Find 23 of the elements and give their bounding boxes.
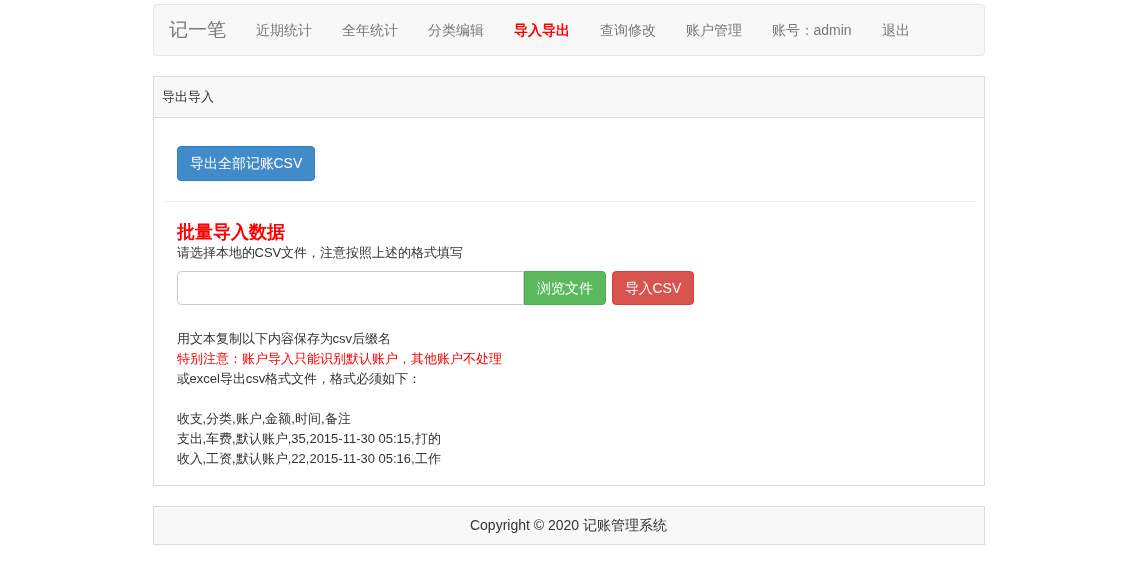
import-button[interactable]: 导入CSV <box>611 271 695 306</box>
instruction-text: 用文本复制以下内容保存为csv后缀名 <box>176 330 392 349</box>
instruction-text: 或excel导出csv格式文件，格式必须如下： <box>176 370 423 389</box>
sample-line: 收支,分类,账户,金额,时间,备注 <box>176 410 352 429</box>
nav-link[interactable]: 导入导出 <box>498 19 585 41</box>
brand[interactable]: 记一笔 <box>168 15 226 45</box>
panel-title: 导出导入 <box>153 77 984 118</box>
nav-link[interactable]: 退出 <box>866 19 925 41</box>
nav-link[interactable]: 全年统计 <box>326 19 413 41</box>
sample-line: 支出,车费,默认账户,35,2015-11-30 05:15,打的 <box>176 430 442 449</box>
nav-link[interactable]: 账号：admin <box>756 19 867 41</box>
warning-text: 特别注意：账户导入只能识别默认账户，其他账户不处理 <box>176 350 503 369</box>
nav-link[interactable]: 近期统计 <box>240 19 327 41</box>
file-path-field[interactable] <box>176 271 524 306</box>
browse-button[interactable]: 浏览文件 <box>523 271 606 306</box>
sample-line: 收入,工资,默认账户,22,2015-11-30 05:16,工作 <box>176 450 442 469</box>
section-heading: 批量导入数据 <box>176 221 286 244</box>
hint-text: 请选择本地的CSV文件，注意按照上述的格式填写 <box>176 244 465 263</box>
export-button[interactable]: 导出全部记账CSV <box>176 145 316 181</box>
nav-link[interactable]: 账户管理 <box>670 19 757 41</box>
footer-text: Copyright © 2020 记账管理系统 <box>152 506 985 546</box>
nav-link[interactable]: 分类编辑 <box>412 19 499 41</box>
nav-link[interactable]: 查询修改 <box>584 19 671 41</box>
